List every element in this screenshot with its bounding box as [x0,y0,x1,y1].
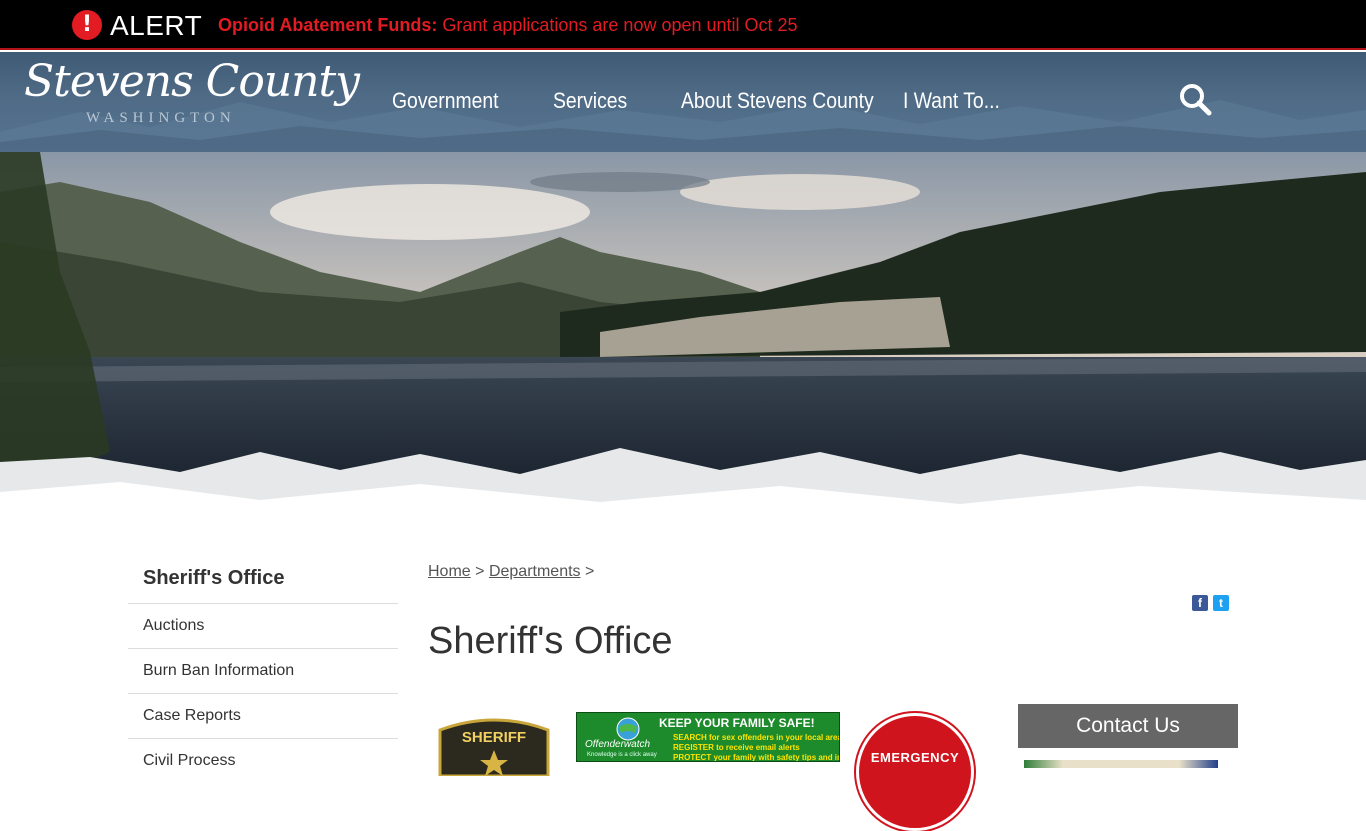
ow-line-protect: PROTECT your family with safety tips and… [673,753,839,762]
breadcrumb-separator: > [475,563,485,580]
sidebar-title[interactable]: Sheriff's Office [143,567,284,590]
alert-text[interactable]: Grant applications are now open until Oc… [437,15,797,35]
search-icon[interactable] [1178,82,1214,118]
logo-subtitle: WASHINGTON [86,110,236,126]
breadcrumb: Home > Departments > [428,563,594,581]
globe-icon [616,717,640,741]
alert-bar: ! ALERT Opioid Abatement Funds: Grant ap… [0,0,1366,50]
logo-script: Stevens County [24,56,360,107]
sheriff-badge-image[interactable]: SHERIFF [436,716,552,776]
breadcrumb-departments[interactable]: Departments [489,563,581,580]
breadcrumb-separator: > [584,563,595,580]
alert-title[interactable]: Opioid Abatement Funds: [218,15,437,35]
site-logo[interactable]: Stevens County WASHINGTON [24,56,360,136]
contact-us-heading: Contact Us [1018,704,1238,748]
sidebar-nav: Auctions Burn Ban Information Case Repor… [128,603,398,783]
sidebar-item-burn-ban[interactable]: Burn Ban Information [128,648,398,693]
badge-text: SHERIFF [462,729,526,746]
site-header: Stevens County WASHINGTON Government Ser… [0,52,1366,152]
hero-lake-image [0,152,1366,537]
emergency-label: EMERGENCY [870,750,960,765]
breadcrumb-home[interactable]: Home [428,563,471,580]
emergency-button[interactable]: EMERGENCY [856,713,974,831]
nav-about[interactable]: About Stevens County [681,88,874,114]
alert-label: ALERT [110,10,203,41]
nav-services[interactable]: Services [553,88,627,114]
nav-i-want-to[interactable]: I Want To... [903,88,1000,114]
ow-headline: KEEP YOUR FAMILY SAFE! [659,716,815,730]
offenderwatch-banner[interactable]: KEEP YOUR FAMILY SAFE! SEARCH for sex of… [576,712,840,762]
page-title: Sheriff's Office [428,620,673,662]
sidebar-item-auctions[interactable]: Auctions [128,603,398,648]
facebook-icon[interactable]: f [1192,595,1208,611]
ow-tagline: Knowledge is a click away [587,752,657,758]
sidebar-item-case-reports[interactable]: Case Reports [128,693,398,738]
contact-photo [1024,760,1218,768]
sidebar-item-civil-process[interactable]: Civil Process [128,738,398,783]
alert-message-link[interactable]: Opioid Abatement Funds: Grant applicatio… [218,15,798,36]
twitter-icon[interactable]: t [1213,595,1229,611]
ow-line-register: REGISTER to receive email alerts [673,743,800,752]
ow-line-search: SEARCH for sex offenders in your local a… [673,733,840,742]
exclamation-icon: ! [72,10,102,40]
nav-government[interactable]: Government [392,88,499,114]
ow-brand: Offenderwatch [585,739,651,750]
